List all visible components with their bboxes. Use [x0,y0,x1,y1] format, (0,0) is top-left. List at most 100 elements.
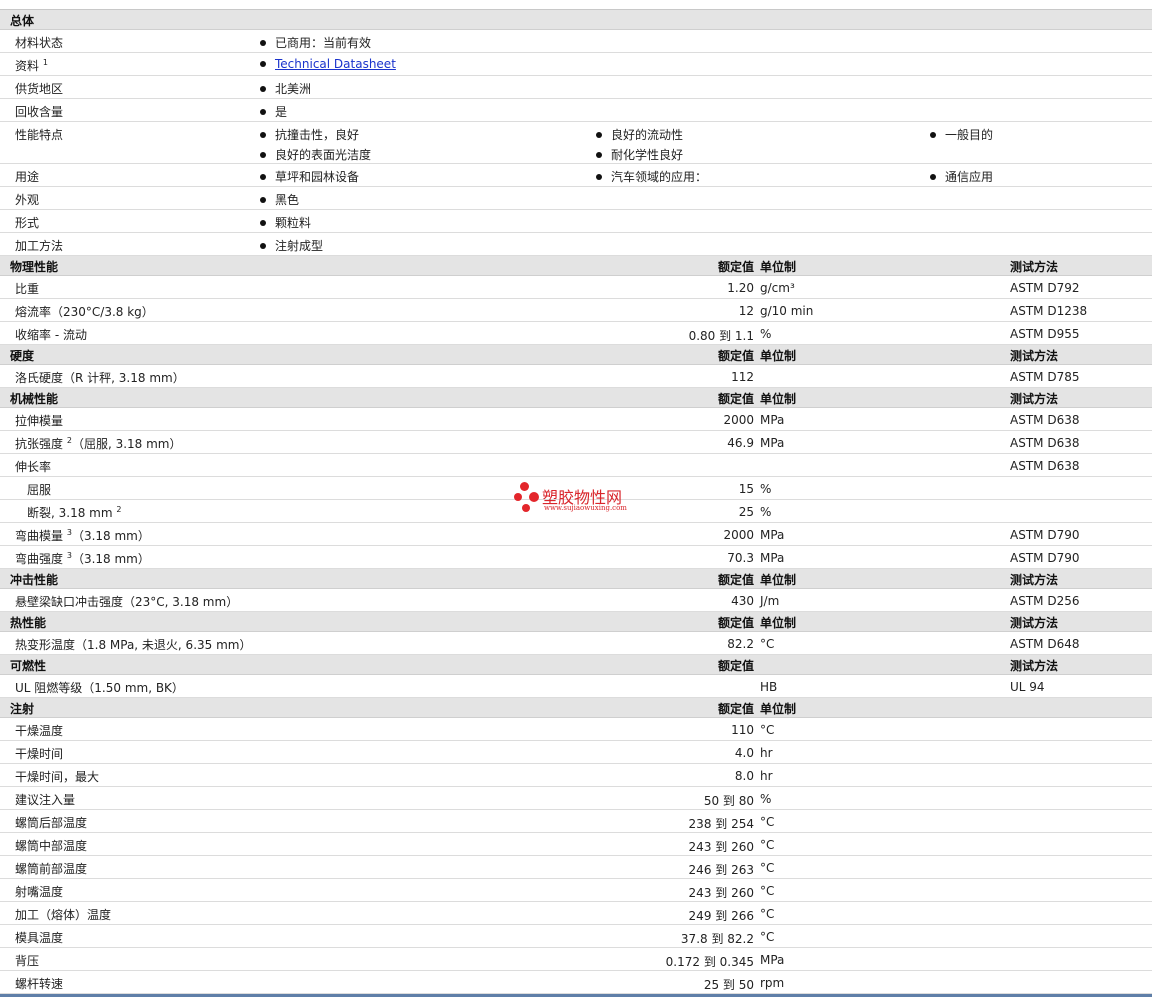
nominal-value: 25 [738,505,754,519]
nominal-value: 8.0 [734,769,754,783]
section-header: 硬度 额定值 单位制 测试方法 [0,345,1152,365]
nominal-value: 4.0 [734,746,754,760]
bullet-text: 耐化学性良好 [611,148,684,162]
general-section: 总体 材料状态 已商用：当前有效 资料 1 Technical Datasheet 供货地… [0,10,1152,256]
nominal-value: 430 [731,594,754,608]
property-row: 伸长率 ASTM D638 [0,454,1152,477]
property-label-text: 伸长率 [15,460,52,474]
watermark-url: www.sujiaowuxing.com [544,504,627,512]
test-method: ASTM D790 [1010,551,1080,565]
logo-dot [529,492,539,502]
bullet-dot [260,132,266,138]
bullet-dot [260,61,266,67]
property-label: 拉伸模量 [15,412,63,429]
property-row: 收缩率 - 流动 0.80 到 1.1% ASTM D955 [0,322,1152,345]
property-label-text: 干燥时间 [15,747,64,761]
property-label: 加工（熔体）温度 [15,906,111,923]
row-label-text: 材料状态 [15,36,64,50]
general-row: 供货地区 北美洲 [0,76,1152,99]
property-row: 抗张强度 2（屈服, 3.18 mm） 46.9 MPa ASTM D638 [0,431,1152,454]
unit-value: MPa [760,551,785,565]
unit-value: °C [760,815,775,829]
column-header-nominal: 额定值 [717,573,754,587]
unit-value: °C [760,930,775,944]
property-label: 射嘴温度 [15,883,63,900]
property-row: 干燥温度 110 °C [0,718,1152,741]
test-method: ASTM D785 [1010,370,1080,384]
section-title: 可燃性 [10,659,47,673]
test-method: ASTM D638 [1010,459,1080,473]
property-label-text: 断裂, 3.18 mm [27,506,113,520]
bullet-item: 良好的表面光洁度 [260,146,371,163]
bullet-text: 草坪和园林设备 [275,170,360,184]
row-label: 供货地区 [15,80,63,97]
column-header-nominal: 额定值 [717,659,754,673]
property-row: 弯曲强度 3（3.18 mm） 70.3 MPa ASTM D790 [0,546,1152,569]
property-label-text: 弯曲模量 [15,529,64,543]
property-label: 热变形温度（1.8 MPa, 未退火, 6.35 mm） [15,636,251,653]
row-label: 外观 [15,191,39,208]
property-label: 背压 [15,952,39,969]
column-header-unit: 单位制 [760,349,797,363]
bullet-text: 已商用：当前有效 [275,36,372,50]
nominal-value: 25 到 50 [703,978,754,992]
unit-value: MPa [760,436,785,450]
row-label: 材料状态 [15,34,63,51]
property-row: 熔流率（230°C/3.8 kg） 12 g/10 min ASTM D1238 [0,299,1152,322]
row-label: 资料 1 [15,57,48,74]
property-label-condition: （屈服, 3.18 mm） [71,437,182,451]
column-header-nominal: 额定值 [717,702,754,716]
section-header: 注射 额定值 单位制 [0,698,1152,718]
test-method: UL 94 [1010,680,1045,694]
property-label: 干燥温度 [15,722,63,739]
datasheet-link[interactable]: Technical Datasheet [275,57,396,71]
bullet-dot [260,86,266,92]
column-header-unit: 单位制 [760,260,797,274]
nominal-value: 243 到 260 [688,886,754,900]
property-label: 伸长率 [15,458,51,475]
property-row: UL 阻燃等级（1.50 mm, BK） HB UL 94 [0,675,1152,698]
nominal-value: 46.9 [727,436,754,450]
bullet-item: 是 [260,103,287,120]
logo-dot [522,504,530,512]
property-label-text: 螺杆转速 [15,977,64,991]
test-method: ASTM D638 [1010,413,1080,427]
bullet-text: 注射成型 [275,239,324,253]
test-method: ASTM D1238 [1010,304,1088,318]
nominal-value: 82.2 [727,637,754,651]
test-method: ASTM D638 [1010,436,1080,450]
general-row: 外观 黑色 [0,187,1152,210]
section-header: 可燃性 额定值 测试方法 [0,655,1152,675]
property-label: 螺筒前部温度 [15,860,87,877]
top-border [0,0,1152,10]
property-row: 干燥时间 4.0 hr [0,741,1152,764]
bullet-item: 草坪和园林设备 [260,168,359,185]
bullet-item[interactable]: Technical Datasheet [260,57,396,71]
property-row: 弯曲模量 3（3.18 mm） 2000 MPa ASTM D790 [0,523,1152,546]
bullet-dot [260,40,266,46]
row-label: 回收含量 [15,103,63,120]
property-label: 螺杆转速 [15,975,63,992]
column-header-method: 测试方法 [1010,349,1059,363]
general-row: 加工方法 注射成型 [0,233,1152,256]
bullet-dot [260,109,266,115]
row-label-text: 资料 [15,59,40,73]
property-row: 模具温度 37.8 到 82.2 °C [0,925,1152,948]
property-label: 干燥时间 [15,745,63,762]
general-row: 用途 草坪和园林设备 汽车领域的应用： 通信应用 [0,164,1152,187]
property-label: 弯曲强度 3（3.18 mm） [15,550,150,567]
property-label-text: 弯曲强度 [15,552,64,566]
section-header: 冲击性能 额定值 单位制 测试方法 [0,569,1152,589]
bullet-dot [596,174,602,180]
property-label-text: 背压 [15,954,40,968]
property-row: 比重 1.20 g/cm³ ASTM D792 [0,276,1152,299]
general-row: 资料 1 Technical Datasheet [0,53,1152,76]
property-row: 螺筒中部温度 243 到 260 °C [0,833,1152,856]
property-label-condition: （3.18 mm） [71,529,150,543]
unit-value: rpm [760,976,785,990]
row-label-text: 性能特点 [15,128,64,142]
section-title: 注射 [10,702,35,716]
property-label: 螺筒中部温度 [15,837,87,854]
nominal-value: 2000 [723,528,754,542]
property-label-text: 加工（熔体）温度 [15,908,112,922]
